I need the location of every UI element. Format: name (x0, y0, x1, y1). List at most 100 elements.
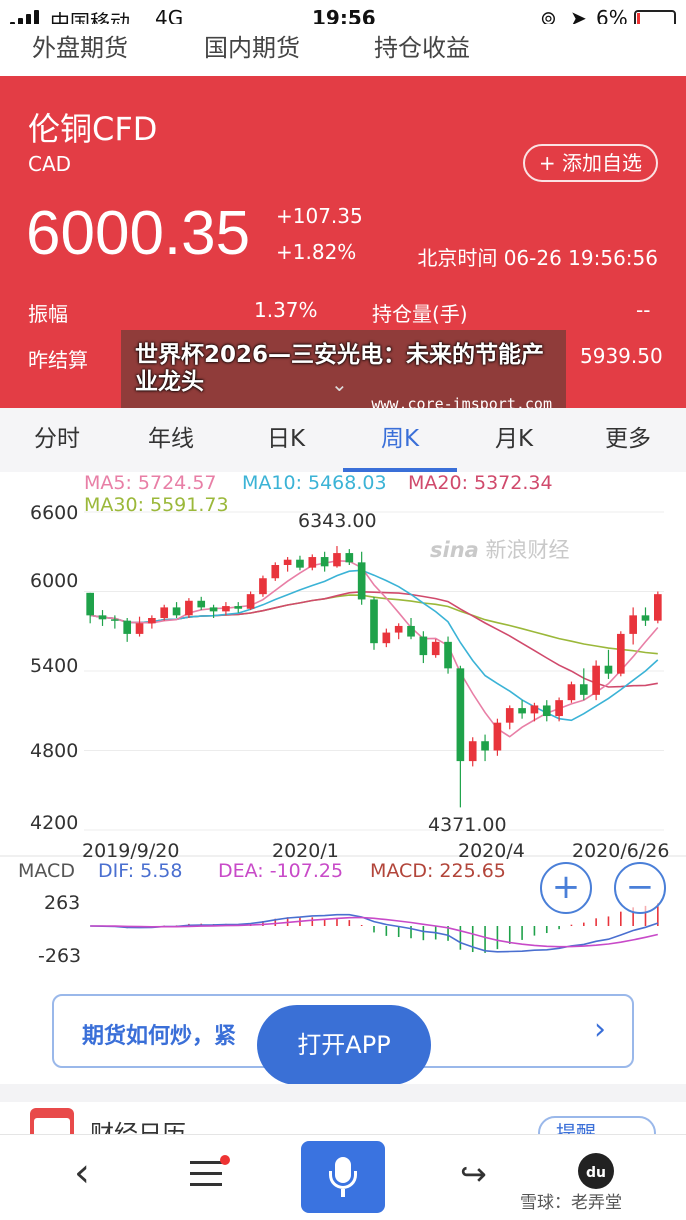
candle-body (172, 607, 181, 616)
candle-body (123, 620, 132, 634)
candle-body (357, 562, 366, 600)
back-icon[interactable]: ‹ (74, 1153, 90, 1193)
max-price-label: 6343.00 (298, 510, 377, 532)
amplitude-value: 1.37% (254, 298, 318, 322)
candle-body (160, 607, 169, 618)
candle-body (370, 599, 378, 644)
candle-body (444, 641, 452, 669)
candle-body (542, 705, 551, 717)
candle-body (333, 553, 341, 567)
macd-tick-label: 263 (44, 892, 81, 914)
xueqiu-watermark: 雪球：老弄堂 (520, 1193, 622, 1213)
tab-daily-k[interactable]: 日K (229, 408, 343, 472)
x-tick-label: 2020/1 (272, 840, 339, 862)
candle-body (616, 633, 625, 674)
y-tick-label: 5400 (30, 655, 79, 677)
tab-minute[interactable]: 分时 (0, 408, 114, 472)
candle-body (481, 741, 489, 751)
candle-body (308, 557, 317, 568)
x-tick-label: 2020/6/26 (572, 840, 670, 862)
candle-body (197, 600, 206, 608)
top-tabs: 外盘期货 国内期货 持仓收益 (0, 24, 686, 76)
candle-body (296, 559, 304, 568)
candle-body (518, 708, 526, 714)
prev-settle-label: 昨结算 (28, 348, 88, 372)
top-tab[interactable]: 持仓收益 (374, 28, 470, 63)
top-tab[interactable]: 外盘期货 (32, 28, 128, 63)
candle-body (111, 619, 119, 621)
dif-label: DIF: 5.58 (98, 860, 183, 882)
x-tick-label: 2019/9/20 (82, 840, 180, 862)
section-divider (0, 1084, 686, 1102)
dea-label: DEA: -107.25 (218, 860, 344, 882)
macd-value-label: MACD: 225.65 (370, 860, 506, 882)
voice-search-button[interactable] (301, 1141, 385, 1213)
candle-body (555, 700, 563, 717)
tab-monthly-k[interactable]: 月K (457, 408, 571, 472)
candle-body (345, 553, 354, 563)
last-price: 6000.35 (26, 199, 251, 268)
tab-year[interactable]: 年线 (114, 408, 228, 472)
candle-body (654, 594, 662, 621)
instrument-code: CAD (28, 152, 72, 176)
zoom-in-button[interactable]: + (540, 862, 592, 914)
open-interest-label: 持仓量(手) (372, 302, 468, 326)
candle-body (185, 600, 193, 616)
candle-body (419, 636, 428, 656)
candle-body (234, 606, 243, 609)
y-tick-label: 4800 (30, 740, 79, 762)
share-icon[interactable]: ↪ (460, 1155, 487, 1193)
y-tick-label: 6600 (30, 502, 79, 524)
open-interest-value: -- (636, 298, 651, 322)
y-tick-label: 6000 (30, 570, 79, 592)
candle-body (468, 741, 477, 762)
add-watchlist-button[interactable]: + 添加自选 (522, 144, 658, 182)
period-tabs: 分时 年线 日K 周K 月K 更多 (0, 408, 686, 472)
tab-weekly-k[interactable]: 周K (343, 408, 457, 472)
macd-title: MACD (18, 860, 75, 882)
kline-svg (0, 511, 686, 953)
candle-body (246, 594, 255, 609)
min-price-label: 4371.00 (428, 814, 507, 836)
candle-body (320, 557, 329, 567)
prev-settle-value: 5939.50 (580, 344, 663, 368)
macd-tick-label: -263 (38, 945, 82, 967)
tab-more[interactable]: 更多 (571, 408, 685, 472)
y-tick-label: 4200 (30, 812, 79, 834)
candle-body (493, 722, 502, 751)
baidu-icon[interactable]: du (578, 1153, 614, 1189)
candle-body (148, 618, 156, 624)
candle-body (382, 632, 391, 644)
candle-body (431, 641, 440, 656)
zoom-out-button[interactable]: − (614, 862, 666, 914)
candle-body (259, 578, 267, 595)
price-change: +107.35 (276, 204, 363, 228)
candle-body (222, 606, 230, 612)
candle-body (579, 684, 588, 695)
candle-body (98, 615, 107, 620)
candle-body (592, 665, 600, 695)
candle-body (135, 623, 144, 634)
candle-body (567, 684, 576, 701)
candle-body (407, 625, 415, 637)
top-tab[interactable]: 国内期货 (204, 28, 300, 63)
x-tick-label: 2020/4 (458, 840, 525, 862)
candle-body (604, 665, 613, 674)
candle-body (271, 565, 280, 579)
candle-body (641, 615, 650, 621)
instrument-title: 伦铜CFD (28, 110, 158, 148)
promo-text: 期货如何炒，紧 (82, 1024, 237, 1049)
candle-body (283, 559, 292, 565)
candle-body (629, 615, 637, 634)
chevron-down-icon[interactable]: ⌄ (331, 372, 348, 396)
candle-body (209, 607, 218, 612)
chevron-right-icon: › (594, 1012, 606, 1047)
candle-body (505, 708, 514, 723)
open-app-button[interactable]: 打开APP (257, 1005, 431, 1085)
candle-body (86, 592, 94, 616)
price-change-pct: +1.82% (276, 240, 357, 264)
candle-body (530, 705, 539, 714)
kline-chart[interactable]: MA5: 5724.57 MA10: 5468.03 MA20: 5372.34… (0, 472, 686, 992)
menu-icon[interactable] (190, 1155, 230, 1187)
amplitude-label: 振幅 (28, 302, 68, 326)
